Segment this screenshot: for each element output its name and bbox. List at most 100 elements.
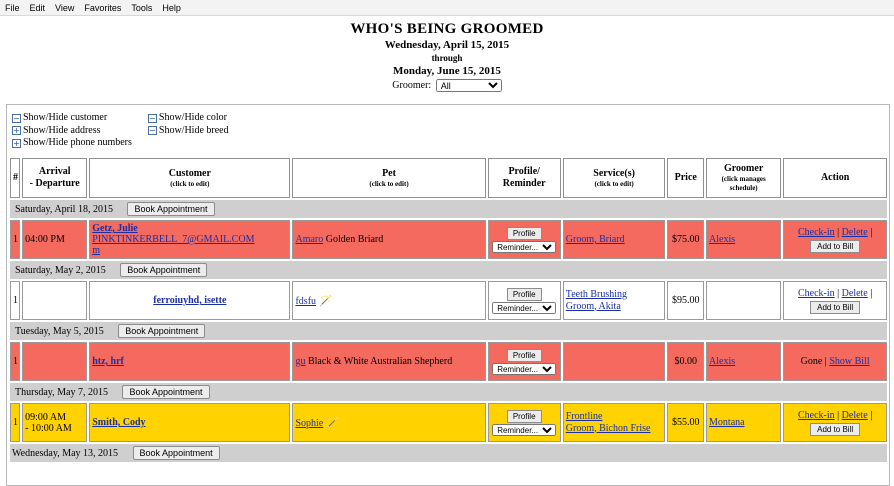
col-price: Price [667, 158, 705, 198]
group-date: Wednesday, May 13, 2015 [12, 448, 119, 459]
collapse-icon: − [147, 126, 157, 136]
add-to-bill-button[interactable]: Add to Bill [810, 300, 861, 314]
add-to-bill-button[interactable]: Add to Bill [810, 239, 861, 253]
appt-pet: fdsfu 🪄 [292, 281, 486, 320]
reminder-select[interactable]: Reminder... [492, 423, 557, 436]
date-group-row: Saturday, April 18, 2015 Book Appointmen… [10, 200, 887, 218]
group-date: Tuesday, May 5, 2015 [15, 326, 104, 337]
menu-edit[interactable]: Edit [25, 3, 51, 13]
checkin-link[interactable]: Check-in [798, 288, 835, 299]
appt-services [562, 342, 666, 381]
appt-time: 09:00 AM - 10:00 AM [22, 403, 88, 442]
group-date: Saturday, April 18, 2015 [15, 204, 113, 215]
reminder-select[interactable]: Reminder... [492, 301, 557, 314]
appt-action: Gone | Show Bill [783, 342, 887, 381]
reminder-select[interactable]: Reminder... [492, 362, 557, 375]
appt-price: $95.00 [667, 281, 705, 320]
book-appointment-button[interactable]: Book Appointment [120, 263, 208, 277]
col-groomer: Groomer (click manages schedule) [706, 158, 782, 198]
appt-profile: Profile Reminder... [487, 403, 561, 442]
profile-button[interactable]: Profile [506, 348, 542, 362]
wand-icon[interactable]: 🪄 [326, 417, 340, 429]
appt-action: Check-in | Delete | Add to Bill [783, 403, 887, 442]
col-services: Service(s) (click to edit) [562, 158, 666, 198]
groomer-select[interactable]: All [435, 79, 502, 93]
group-date: Thursday, May 7, 2015 [15, 387, 108, 398]
profile-button[interactable]: Profile [506, 287, 542, 301]
customer-link[interactable]: Smith, Cody [92, 417, 145, 428]
customer-link[interactable]: htz, hrf [92, 356, 124, 367]
appt-action: Check-in | Delete | Add to Bill [783, 220, 887, 259]
appt-time [22, 281, 88, 320]
col-pet: Pet (click to edit) [292, 158, 486, 198]
delete-link[interactable]: Delete [842, 227, 868, 238]
book-appointment-button[interactable]: Book Appointment [118, 324, 206, 338]
appt-num: 1 [10, 220, 21, 259]
table-header-row: # Arrival - Departure Customer (click to e… [10, 158, 887, 198]
groomer-filter-label: Groomer: [392, 80, 432, 91]
reminder-select[interactable]: Reminder... [492, 240, 557, 253]
appt-time [22, 342, 88, 381]
end-date: Monday, June 15, 2015 [393, 65, 501, 77]
groomer-link[interactable]: Alexis [709, 234, 735, 245]
menu-tools[interactable]: Tools [126, 3, 157, 13]
profile-button[interactable]: Profile [506, 409, 542, 423]
pet-link[interactable]: fdsfu [295, 296, 316, 307]
pet-description: Black & White Australian Shepherd [307, 356, 453, 367]
book-appointment-button[interactable]: Book Appointment [122, 385, 210, 399]
toggle-customer[interactable]: − Show/Hide customer [12, 112, 132, 125]
col-profile: Profile/Reminder [487, 158, 561, 198]
groomer-link[interactable]: Alexis [709, 356, 735, 367]
appt-groomer: Montana [706, 403, 782, 442]
pet-description: Golden Briard [325, 234, 384, 245]
appt-services: Frontline Groom, Bichon Frise [562, 403, 666, 442]
toggle-breed[interactable]: − Show/Hide breed [147, 125, 229, 138]
book-appointment-button[interactable]: Book Appointment [132, 446, 220, 460]
appt-num: 1 [10, 281, 21, 320]
show-bill-link[interactable]: Show Bill [829, 356, 869, 367]
service-link[interactable]: Groom, Briard [566, 234, 625, 245]
delete-link[interactable]: Delete [842, 410, 868, 421]
checkin-link[interactable]: Check-in [798, 410, 835, 421]
service-link[interactable]: Groom, Akita [566, 301, 621, 312]
pet-link[interactable]: Sophie [295, 418, 323, 429]
appt-groomer: Alexis [706, 220, 782, 259]
menu-file[interactable]: File [0, 3, 25, 13]
profile-button[interactable]: Profile [506, 226, 542, 240]
customer-link[interactable]: ferroiuyhd, isette [153, 295, 226, 306]
appt-time: 04:00 PM [22, 220, 88, 259]
delete-link[interactable]: Delete [842, 288, 868, 299]
customer-link[interactable]: Getz, Julie [92, 223, 138, 234]
toggle-address[interactable]: + Show/Hide address [12, 125, 132, 138]
appt-pet: gu Black & White Australian Shepherd [292, 342, 486, 381]
appt-action: Check-in | Delete | Add to Bill [783, 281, 887, 320]
menu-favorites[interactable]: Favorites [79, 3, 126, 13]
expand-icon: + [12, 138, 21, 148]
pet-link[interactable]: gu [295, 356, 305, 367]
appt-pet: Amaro Golden Briard [292, 220, 486, 259]
checkin-link[interactable]: Check-in [798, 227, 835, 238]
add-to-bill-button[interactable]: Add to Bill [810, 422, 861, 436]
appointment-row: 1 htz, hrf gu Black & White Australian S… [10, 342, 887, 381]
through-label: through [431, 53, 463, 63]
customer-email-link-overflow[interactable]: m [92, 245, 100, 256]
service-link[interactable]: Frontline [566, 411, 603, 422]
toggle-phone[interactable]: + Show/Hide phone numbers [12, 137, 132, 150]
appt-customer: Getz, Julie PINKTINKERBELL_7@GMAIL.COM m [89, 220, 291, 259]
service-link[interactable]: Groom, Bichon Frise [566, 423, 651, 434]
toggle-color[interactable]: − Show/Hide color [147, 112, 229, 125]
menu-view[interactable]: View [50, 3, 79, 13]
wand-icon[interactable]: 🪄 [319, 295, 333, 307]
menu-help[interactable]: Help [157, 3, 186, 13]
appt-profile: Profile Reminder... [487, 342, 561, 381]
book-appointment-button[interactable]: Book Appointment [127, 202, 215, 216]
appt-services: Teeth Brushing Groom, Akita [562, 281, 666, 320]
service-link[interactable]: Teeth Brushing [566, 289, 627, 300]
appt-pet: Sophie 🪄 [292, 403, 486, 442]
collapse-icon: − [147, 113, 157, 123]
appointments-table: # Arrival - Departure Customer (click to e… [8, 156, 889, 464]
pet-link[interactable]: Amaro [295, 234, 323, 245]
expand-icon: + [12, 126, 21, 136]
groomer-link[interactable]: Montana [709, 417, 745, 428]
customer-email-link[interactable]: PINKTINKERBELL_7@GMAIL.COM [92, 234, 254, 245]
